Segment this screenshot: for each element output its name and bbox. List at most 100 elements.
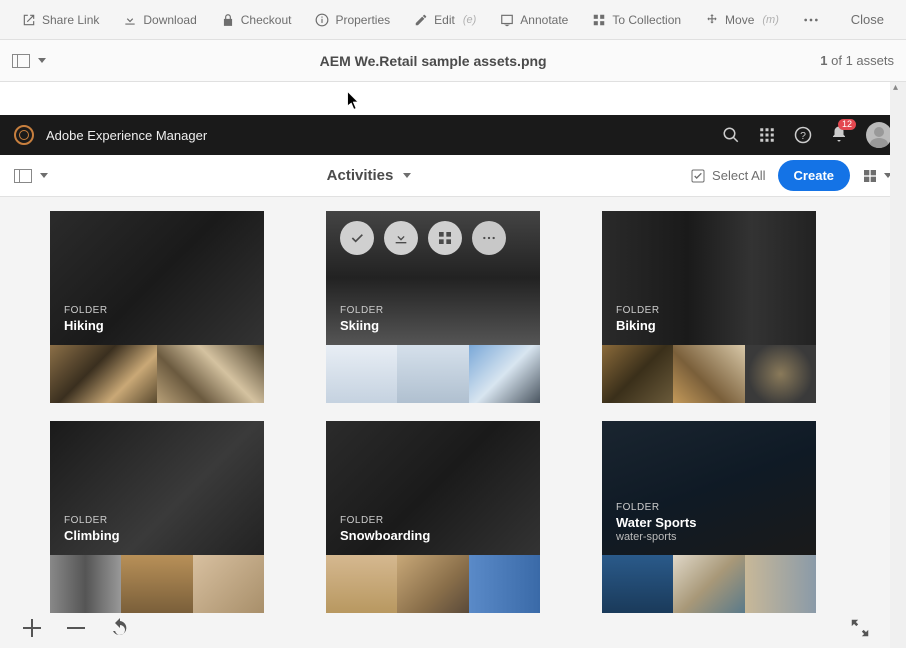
asset-counter: 1 of 1 assets (820, 53, 894, 68)
card-hero: FOLDERBiking (602, 211, 816, 345)
more-chip[interactable] (472, 221, 506, 255)
check-icon (349, 230, 365, 246)
download-button[interactable]: Download (113, 9, 206, 31)
grid-view-icon (862, 168, 878, 184)
card-type-label: FOLDER (340, 515, 430, 526)
preview-gap (0, 82, 906, 115)
thumbnail (50, 555, 121, 613)
card-title: Hiking (64, 318, 108, 333)
zoom-out-icon[interactable] (64, 616, 88, 640)
card-hero: FOLDER Water Sportswater-sports (602, 421, 816, 555)
aem-title[interactable]: Adobe Experience Manager (46, 128, 207, 143)
activities-bar: Activities Select All Create (0, 155, 906, 197)
card-title: Snowboarding (340, 528, 430, 543)
folder-card[interactable]: FOLDERClimbing (50, 421, 264, 613)
edit-button[interactable]: Edit (e) (404, 9, 486, 31)
move-button[interactable]: Move (m) (695, 9, 789, 31)
create-button[interactable]: Create (778, 160, 850, 191)
reset-icon[interactable] (108, 616, 132, 640)
properties-button[interactable]: Properties (305, 9, 400, 31)
aem-header: Adobe Experience Manager ? 12 (0, 115, 906, 155)
zoom-controls (20, 616, 132, 640)
share-link-label: Share Link (42, 13, 99, 27)
svg-text:?: ? (800, 130, 806, 142)
cursor-icon (347, 92, 361, 113)
asset-action-toolbar: Share Link Download Checkout Properties … (0, 0, 906, 40)
search-icon[interactable] (722, 126, 740, 144)
info-icon (315, 13, 329, 27)
card-hero: FOLDER Skiing (326, 211, 540, 345)
more-actions-button[interactable] (793, 14, 829, 26)
card-thumbnail-strip (602, 555, 816, 613)
thumbnail (326, 345, 397, 403)
thumbnail (121, 555, 192, 613)
rail-toggle-icon[interactable] (14, 169, 32, 183)
card-thumbnail-strip (326, 345, 540, 403)
select-all-label: Select All (712, 168, 765, 183)
pencil-icon (414, 13, 428, 27)
thumbnail (326, 555, 397, 613)
download-icon (123, 13, 137, 27)
breadcrumb-dropdown[interactable]: Activities (48, 167, 690, 184)
select-all-button[interactable]: Select All (690, 168, 765, 184)
share-link-button[interactable]: Share Link (12, 9, 109, 31)
card-thumbnail-strip (326, 555, 540, 613)
edit-label: Edit (434, 13, 455, 27)
card-subtitle: water-sports (616, 531, 696, 543)
more-icon (482, 236, 496, 240)
thumbnail (157, 345, 264, 403)
card-hero: FOLDER Snowboarding (326, 421, 540, 555)
select-chip[interactable] (340, 221, 374, 255)
thumbnail (745, 345, 816, 403)
collection-icon (437, 230, 453, 246)
folder-card[interactable]: FOLDER Snowboarding (326, 421, 540, 613)
view-switcher[interactable] (862, 168, 892, 184)
chevron-down-icon[interactable] (40, 173, 48, 178)
thumbnail (745, 555, 816, 613)
collection-icon (592, 13, 606, 27)
chevron-down-icon[interactable] (38, 58, 46, 63)
notifications-button[interactable]: 12 (830, 125, 848, 146)
zoom-in-icon[interactable] (20, 616, 44, 640)
folder-card[interactable]: FOLDER Water Sportswater-sports (602, 421, 816, 613)
annotate-label: Annotate (520, 13, 568, 27)
card-title: Skiing (340, 318, 384, 333)
assets-grid: FOLDERHikingFOLDERSkiingFOLDERBiking FOL… (0, 197, 906, 648)
folder-card[interactable]: FOLDER Skiing (326, 211, 540, 403)
notification-badge: 12 (838, 119, 856, 130)
thumbnail (602, 345, 673, 403)
folder-card[interactable]: FOLDERHiking (50, 211, 264, 403)
card-hero: FOLDERClimbing (50, 421, 264, 555)
rail-toggle-icon[interactable] (12, 54, 30, 68)
card-hero: FOLDERHiking (50, 211, 264, 345)
download-chip[interactable] (384, 221, 418, 255)
folder-card[interactable]: FOLDERBiking (602, 211, 816, 403)
page-title: Activities (327, 167, 394, 184)
share-icon (22, 13, 36, 27)
apps-grid-icon[interactable] (758, 126, 776, 144)
thumbnail (673, 555, 744, 613)
edit-shortcut: (e) (463, 14, 476, 26)
download-icon (393, 230, 409, 246)
card-quick-actions (340, 221, 506, 255)
to-collection-button[interactable]: To Collection (582, 9, 691, 31)
close-button[interactable]: Close (841, 8, 894, 31)
properties-label: Properties (335, 13, 390, 27)
aem-logo-icon[interactable] (14, 125, 34, 145)
move-icon (705, 13, 719, 27)
card-type-label: FOLDER (340, 305, 384, 316)
download-label: Download (143, 13, 196, 27)
move-label: Move (725, 13, 754, 27)
to-collection-label: To Collection (612, 13, 681, 27)
card-title: Water Sports (616, 515, 696, 530)
user-avatar[interactable] (866, 122, 892, 148)
fullscreen-toggle[interactable] (849, 617, 871, 642)
card-type-label: FOLDER (64, 515, 120, 526)
help-icon[interactable]: ? (794, 126, 812, 144)
collection-chip[interactable] (428, 221, 462, 255)
annotate-button[interactable]: Annotate (490, 9, 578, 31)
scrollbar[interactable] (890, 82, 906, 648)
card-thumbnail-strip (50, 555, 264, 613)
checkout-button[interactable]: Checkout (211, 9, 302, 31)
card-type-label: FOLDER (616, 502, 696, 513)
